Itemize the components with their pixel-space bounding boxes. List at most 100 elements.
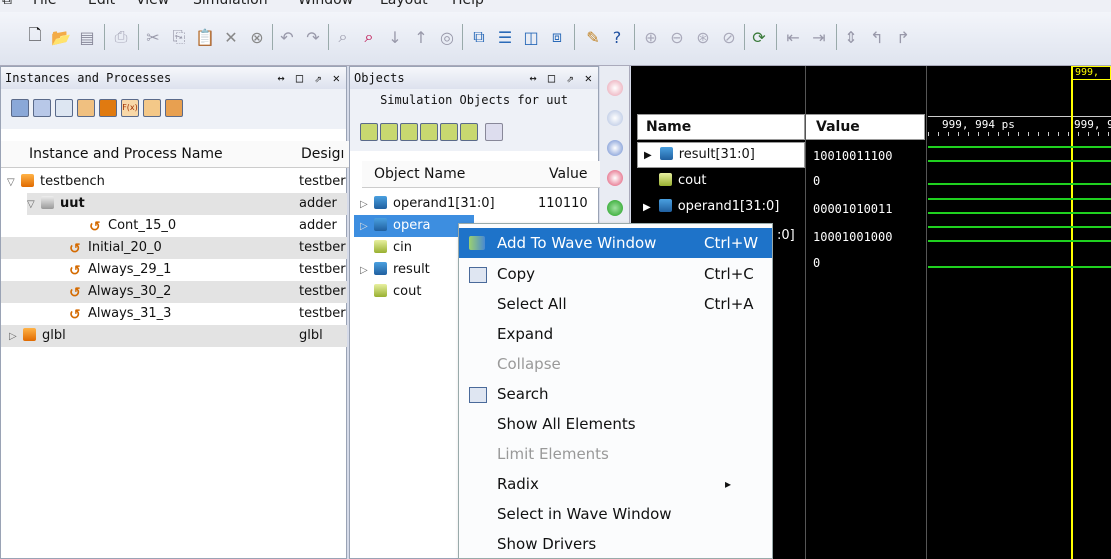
- show-vhdl-instances-icon[interactable]: [33, 99, 51, 117]
- instance-name-column-header[interactable]: Instance and Process Name: [1, 141, 325, 168]
- help-pointer-icon[interactable]: ?: [606, 26, 628, 48]
- show-always-icon[interactable]: [165, 99, 183, 117]
- object-row-operand1[interactable]: ▷ operand1[31:0] 110110: [360, 193, 598, 215]
- cascade-windows-icon[interactable]: ⧉: [468, 26, 490, 48]
- menu-simulation[interactable]: Simulation: [193, 0, 268, 8]
- menu-help[interactable]: Help: [452, 0, 484, 8]
- wave-row-result[interactable]: ▶ result[31:0]: [637, 142, 805, 168]
- tile-horizontal-icon[interactable]: ☰: [494, 26, 516, 48]
- tree-row-glbl[interactable]: ▷ glbl glbl: [1, 325, 347, 347]
- panel-window-controls[interactable]: ↔ □ ⇗ ✕: [529, 67, 594, 89]
- zoom-fit-icon[interactable]: [607, 140, 623, 156]
- find-icon[interactable]: ⌕: [332, 26, 354, 48]
- tree-row-cont-15-0[interactable]: ↺ Cont_15_0 adder: [89, 215, 347, 237]
- refresh-icon[interactable]: ⟳: [748, 26, 770, 48]
- tree-row-always-30-2[interactable]: ↺ Always_30_2 testber: [1, 281, 347, 303]
- zoom-in-icon[interactable]: [607, 80, 623, 96]
- menu-item-copy[interactable]: Copy Ctrl+C: [459, 259, 772, 289]
- expand-arrow-icon[interactable]: ▶: [643, 202, 651, 213]
- zoom-to-cursor-icon[interactable]: [607, 170, 623, 186]
- object-value-column-header[interactable]: Value: [543, 161, 605, 188]
- object-name-column-header[interactable]: Object Name: [362, 161, 555, 188]
- tree-row-testbench[interactable]: ▽ testbench testber: [7, 171, 347, 193]
- menu-item-show-drivers[interactable]: Show Drivers: [459, 529, 772, 558]
- show-outputs-icon[interactable]: [380, 123, 398, 141]
- tree-row-uut[interactable]: ▽ uut adder: [27, 193, 347, 215]
- collapse-arrow-icon[interactable]: ▽: [27, 194, 41, 216]
- undo-icon[interactable]: ↶: [276, 26, 298, 48]
- show-variables-icon[interactable]: [460, 123, 478, 141]
- expand-arrow-icon[interactable]: ▷: [360, 194, 374, 216]
- show-inputs-icon[interactable]: [360, 123, 378, 141]
- go-to-time-zero-icon[interactable]: [607, 200, 623, 216]
- delete-icon[interactable]: ✕: [220, 26, 242, 48]
- panel-window-controls[interactable]: ↔ □ ⇗ ✕: [277, 67, 342, 89]
- tree-row-always-31-3[interactable]: ↺ Always_31_3 testber: [69, 303, 347, 325]
- wave-row-cout[interactable]: cout: [659, 170, 805, 192]
- previous-transition-icon[interactable]: ↰: [866, 26, 888, 48]
- expand-arrow-icon[interactable]: ▷: [360, 216, 374, 238]
- show-instances-icon[interactable]: [11, 99, 29, 117]
- menu-item-select-in-wave-window[interactable]: Select in Wave Window: [459, 499, 772, 529]
- zoom-fit-icon[interactable]: ⊛: [692, 26, 714, 48]
- wand-icon[interactable]: ✎: [582, 26, 604, 48]
- menu-edit[interactable]: Edit: [88, 0, 115, 8]
- show-blocks-icon[interactable]: [55, 99, 73, 117]
- collapse-arrow-icon[interactable]: ▽: [7, 172, 21, 194]
- copy-icon[interactable]: ⎘: [168, 26, 190, 48]
- find-next-icon[interactable]: ↓: [384, 26, 406, 48]
- print-icon[interactable]: ⎙: [110, 26, 132, 48]
- show-constants-icon[interactable]: [440, 123, 458, 141]
- tree-row-initial-20-0[interactable]: ↺ Initial_20_0 testber: [1, 237, 347, 259]
- show-functions-icon[interactable]: F(x): [121, 99, 139, 117]
- wave-name-column-header[interactable]: Name: [637, 114, 805, 140]
- menu-item-add-to-wave-window[interactable]: Add To Wave Window Ctrl+W: [459, 228, 772, 258]
- object-row-result[interactable]: ▷ result: [360, 259, 470, 281]
- marker-icon[interactable]: ⇕: [840, 26, 862, 48]
- menu-window[interactable]: Window: [298, 0, 353, 8]
- redo-icon[interactable]: ↷: [302, 26, 324, 48]
- go-to-end-icon[interactable]: ⇥: [808, 26, 830, 48]
- save-icon[interactable]: ▤: [76, 26, 98, 48]
- expand-arrow-icon[interactable]: ▶: [644, 150, 652, 161]
- expand-arrow-icon[interactable]: ▷: [360, 260, 374, 282]
- show-inouts-icon[interactable]: [400, 123, 418, 141]
- object-row-operand2-selected[interactable]: ▷ opera: [354, 215, 474, 237]
- cross-probe-icon[interactable]: ⊗: [246, 26, 268, 48]
- show-modules-icon[interactable]: [99, 99, 117, 117]
- menu-item-show-all-elements[interactable]: Show All Elements: [459, 409, 772, 439]
- next-transition-icon[interactable]: ↱: [892, 26, 914, 48]
- zoom-in-icon[interactable]: ⊕: [640, 26, 662, 48]
- menu-view[interactable]: View: [136, 0, 169, 8]
- menu-item-select-all[interactable]: Select All Ctrl+A: [459, 289, 772, 319]
- waveform-canvas[interactable]: 999, 994 ps 999, 9 999, 9: [928, 66, 1111, 559]
- tile-vertical-icon[interactable]: ◫: [520, 26, 542, 48]
- menu-item-radix[interactable]: Radix ▸: [459, 469, 772, 499]
- paste-icon[interactable]: 📋: [194, 26, 216, 48]
- wave-row-operand1[interactable]: ▶ operand1[31:0]: [637, 196, 805, 218]
- cut-icon[interactable]: ✂: [142, 26, 164, 48]
- find-options-icon[interactable]: ◎: [436, 26, 458, 48]
- expand-arrow-icon[interactable]: ▷: [9, 326, 23, 348]
- wave-value-column-header[interactable]: Value: [805, 114, 925, 140]
- menu-file[interactable]: File: [33, 0, 56, 8]
- object-settings-icon[interactable]: [485, 123, 503, 141]
- show-tasks-icon[interactable]: [143, 99, 161, 117]
- tree-row-always-29-1[interactable]: ↺ Always_29_1 testber: [69, 259, 347, 281]
- find-in-files-icon[interactable]: ⌕: [358, 26, 380, 48]
- menu-layout[interactable]: Layout: [380, 0, 428, 8]
- time-cursor[interactable]: [1071, 66, 1073, 559]
- zoom-out-icon[interactable]: ⊖: [666, 26, 688, 48]
- show-processes-icon[interactable]: [77, 99, 95, 117]
- open-folder-icon[interactable]: 📂: [50, 26, 72, 48]
- design-column-header[interactable]: Desigı: [297, 141, 351, 168]
- find-previous-icon[interactable]: ↑: [410, 26, 432, 48]
- maximize-panel-icon[interactable]: ⧈: [546, 26, 568, 48]
- zoom-area-icon[interactable]: ⊘: [718, 26, 740, 48]
- new-file-icon[interactable]: 🗋: [24, 25, 46, 48]
- menu-item-expand[interactable]: Expand: [459, 319, 772, 349]
- menu-item-search[interactable]: Search: [459, 379, 772, 409]
- go-to-time-icon[interactable]: ⇤: [782, 26, 804, 48]
- zoom-out-icon[interactable]: [607, 110, 623, 126]
- show-internal-icon[interactable]: [420, 123, 438, 141]
